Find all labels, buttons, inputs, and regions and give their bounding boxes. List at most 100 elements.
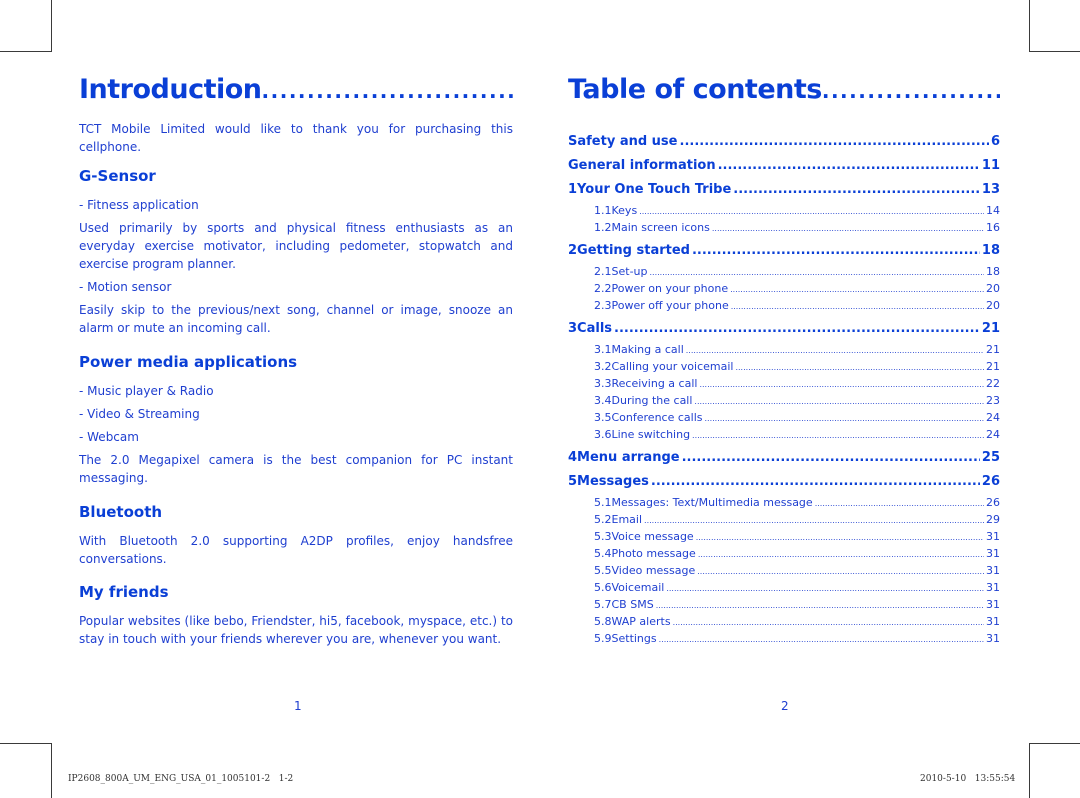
dot-leader <box>639 202 984 219</box>
toc-chapter-entry[interactable]: 1Your One Touch Tribe 13 <box>568 178 1000 202</box>
toc-section-entry[interactable]: 3.4During the call 23 <box>568 392 1000 409</box>
section-page-number: 20 <box>986 282 1000 295</box>
toc-section-entry[interactable]: 5.4Photo message 31 <box>568 545 1000 562</box>
section-page-number: 24 <box>986 428 1000 441</box>
section-number: 2.2 <box>594 282 612 295</box>
section-title: Calling your voicemail <box>611 360 734 373</box>
section-paragraph: With Bluetooth 2.0 supporting A2DP profi… <box>79 534 513 566</box>
toc-section-entry[interactable]: 3.1Making a call 21 <box>568 341 1000 358</box>
print-time: 13:55:54 <box>974 774 1016 784</box>
section-number: 3.1 <box>594 343 612 356</box>
toc-section-entry[interactable]: 5.6Voicemail 31 <box>568 579 1000 596</box>
chapter-number: 3 <box>568 321 578 336</box>
toc-section-entry[interactable]: 5.2Email 29 <box>568 511 1000 528</box>
dot-leader <box>651 470 980 494</box>
section-page-number: 22 <box>986 377 1000 390</box>
chapter-number: 5 <box>568 474 578 489</box>
dot-leader <box>733 178 980 202</box>
chapter-title: General information <box>568 158 716 173</box>
toc-section-entry[interactable]: 5.7CB SMS 31 <box>568 596 1000 613</box>
section-title: CB SMS <box>611 598 654 611</box>
toc-chapter-entry[interactable]: General information 11 <box>568 154 1000 178</box>
section-title: Voice message <box>611 530 694 543</box>
section-number: 5.9 <box>594 632 612 645</box>
chapter-title: Messages <box>577 474 649 489</box>
toc-section-entry[interactable]: 5.5Video message 31 <box>568 562 1000 579</box>
chapter-number: 4 <box>568 450 578 465</box>
toc-chapter-entry[interactable]: Safety and use 6 <box>568 130 1000 154</box>
bullet-item: - Fitness application <box>79 198 199 212</box>
section-title: Line switching <box>611 428 691 441</box>
section-title: WAP alerts <box>611 615 671 628</box>
toc-section-entry[interactable]: 2.1Set-up 18 <box>568 263 1000 280</box>
section-my-friends: My friends Popular websites (like bebo, F… <box>79 582 513 648</box>
toc-section-entry[interactable]: 5.8WAP alerts 31 <box>568 613 1000 630</box>
dot-leader <box>682 446 980 470</box>
left-page: Introduction............................… <box>79 70 513 648</box>
section-paragraph: Used primarily by sports and physical fi… <box>79 221 513 271</box>
title-leader: ............................... <box>261 79 513 103</box>
section-heading: G-Sensor <box>79 167 156 185</box>
chapter-title: Calls <box>577 321 613 336</box>
section-title: Making a call <box>611 343 684 356</box>
section-number: 2.3 <box>594 299 612 312</box>
bullet-item: - Video & Streaming <box>79 407 200 421</box>
chapter-number: 2 <box>568 243 578 258</box>
print-date: 2010-5-10 <box>920 774 967 784</box>
dot-leader <box>686 341 984 358</box>
toc-section-entry[interactable]: 2.3Power off your phone 20 <box>568 297 1000 314</box>
section-number: 1.1 <box>594 204 612 217</box>
right-page: Table of contents.......................… <box>568 70 1000 650</box>
dot-leader <box>659 630 984 647</box>
toc-section-entry[interactable]: 1.2Main screen icons 16 <box>568 219 1000 236</box>
section-title: Power off your phone <box>611 299 729 312</box>
section-heading: Bluetooth <box>79 503 163 521</box>
section-page-number: 21 <box>986 360 1000 373</box>
section-number: 5.2 <box>594 513 612 526</box>
chapter-title: Safety and use <box>568 134 678 149</box>
section-page-number: 26 <box>986 496 1000 509</box>
toc-chapter-entry[interactable]: 4Menu arrange 25 <box>568 446 1000 470</box>
toc-section-entry[interactable]: 3.3Receiving a call 22 <box>568 375 1000 392</box>
section-page-number: 31 <box>986 615 1000 628</box>
crop-mark-bottom-right <box>1029 743 1080 798</box>
print-footer-timestamp: 2010-5-10 13:55:54 <box>920 774 1015 784</box>
section-power-media-applications: Power media applications - Music player &… <box>79 352 513 487</box>
chapter-page-number: 6 <box>990 134 1000 149</box>
section-page-number: 16 <box>986 221 1000 234</box>
dot-leader <box>692 239 980 263</box>
toc-section-entry[interactable]: 5.3Voice message 31 <box>568 528 1000 545</box>
section-number: 5.6 <box>594 581 612 594</box>
dot-leader <box>656 596 984 613</box>
section-heading: Power media applications <box>79 353 298 371</box>
dot-leader <box>730 280 984 297</box>
toc-section-entry[interactable]: 3.2Calling your voicemail 21 <box>568 358 1000 375</box>
dot-leader <box>731 297 984 314</box>
section-title: Voicemail <box>611 581 665 594</box>
section-page-number: 29 <box>986 513 1000 526</box>
section-number: 5.3 <box>594 530 612 543</box>
section-page-number: 31 <box>986 564 1000 577</box>
section-title: Receiving a call <box>611 377 698 390</box>
toc-section-entry[interactable]: 5.9Settings 31 <box>568 630 1000 647</box>
section-number: 3.5 <box>594 411 612 424</box>
section-bluetooth: Bluetooth With Bluetooth 2.0 supporting A… <box>79 502 513 568</box>
page-number-right: 2 <box>781 699 789 713</box>
feature-sections: G-Sensor - Fitness application Used primar… <box>79 166 513 648</box>
section-number: 1.2 <box>594 221 612 234</box>
section-title: Set-up <box>611 265 648 278</box>
dot-leader <box>666 579 984 596</box>
toc-section-entry[interactable]: 5.1Messages: Text/Multimedia message 26 <box>568 494 1000 511</box>
dot-leader <box>680 130 989 154</box>
toc-chapter-entry[interactable]: 3Calls 21 <box>568 317 1000 341</box>
toc-chapter-entry[interactable]: 2Getting started 18 <box>568 239 1000 263</box>
toc-chapter-entry[interactable]: 5Messages 26 <box>568 470 1000 494</box>
chapter-page-number: 13 <box>981 182 1000 197</box>
title-leader: ........................ <box>821 79 1000 103</box>
toc-section-entry[interactable]: 1.1Keys 14 <box>568 202 1000 219</box>
toc-section-entry[interactable]: 3.5Conference calls 24 <box>568 409 1000 426</box>
bullet-item: - Motion sensor <box>79 280 172 294</box>
toc-section-entry[interactable]: 2.2Power on your phone 20 <box>568 280 1000 297</box>
dot-leader <box>712 219 984 236</box>
toc-section-entry[interactable]: 3.6Line switching 24 <box>568 426 1000 443</box>
